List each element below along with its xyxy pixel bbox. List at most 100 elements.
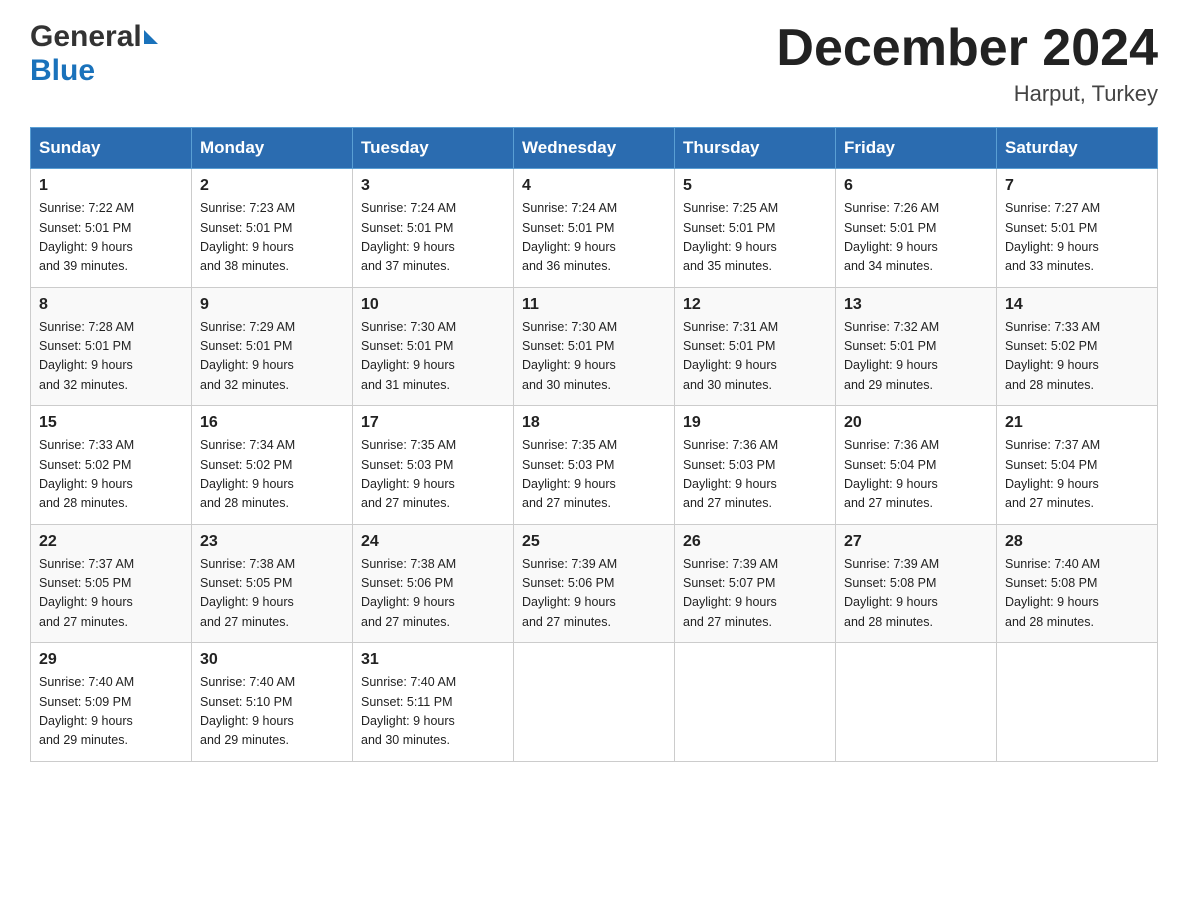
day-info: Sunrise: 7:30 AMSunset: 5:01 PMDaylight:… <box>522 320 617 392</box>
day-info: Sunrise: 7:33 AMSunset: 5:02 PMDaylight:… <box>39 438 134 510</box>
day-number: 12 <box>683 296 827 314</box>
title-block: December 2024 Harput, Turkey <box>776 20 1158 107</box>
calendar-week-5: 29 Sunrise: 7:40 AMSunset: 5:09 PMDaylig… <box>31 643 1158 762</box>
empty-cell <box>997 643 1158 762</box>
calendar-day-28: 28 Sunrise: 7:40 AMSunset: 5:08 PMDaylig… <box>997 524 1158 643</box>
day-info: Sunrise: 7:37 AMSunset: 5:04 PMDaylight:… <box>1005 438 1100 510</box>
day-info: Sunrise: 7:40 AMSunset: 5:08 PMDaylight:… <box>1005 557 1100 629</box>
day-number: 26 <box>683 533 827 551</box>
calendar-day-17: 17 Sunrise: 7:35 AMSunset: 5:03 PMDaylig… <box>353 406 514 525</box>
calendar-day-26: 26 Sunrise: 7:39 AMSunset: 5:07 PMDaylig… <box>675 524 836 643</box>
day-number: 9 <box>200 296 344 314</box>
calendar-day-21: 21 Sunrise: 7:37 AMSunset: 5:04 PMDaylig… <box>997 406 1158 525</box>
calendar-title: December 2024 <box>776 20 1158 77</box>
day-info: Sunrise: 7:22 AMSunset: 5:01 PMDaylight:… <box>39 201 134 273</box>
calendar-day-6: 6 Sunrise: 7:26 AMSunset: 5:01 PMDayligh… <box>836 169 997 288</box>
day-number: 3 <box>361 177 505 195</box>
day-number: 27 <box>844 533 988 551</box>
calendar-day-15: 15 Sunrise: 7:33 AMSunset: 5:02 PMDaylig… <box>31 406 192 525</box>
header-thursday: Thursday <box>675 128 836 169</box>
calendar-day-18: 18 Sunrise: 7:35 AMSunset: 5:03 PMDaylig… <box>514 406 675 525</box>
calendar-day-9: 9 Sunrise: 7:29 AMSunset: 5:01 PMDayligh… <box>192 287 353 406</box>
calendar-day-23: 23 Sunrise: 7:38 AMSunset: 5:05 PMDaylig… <box>192 524 353 643</box>
calendar-day-30: 30 Sunrise: 7:40 AMSunset: 5:10 PMDaylig… <box>192 643 353 762</box>
day-number: 2 <box>200 177 344 195</box>
page-header: General Blue December 2024 Harput, Turke… <box>30 20 1158 107</box>
calendar-week-4: 22 Sunrise: 7:37 AMSunset: 5:05 PMDaylig… <box>31 524 1158 643</box>
calendar-week-2: 8 Sunrise: 7:28 AMSunset: 5:01 PMDayligh… <box>31 287 1158 406</box>
day-info: Sunrise: 7:37 AMSunset: 5:05 PMDaylight:… <box>39 557 134 629</box>
day-info: Sunrise: 7:35 AMSunset: 5:03 PMDaylight:… <box>522 438 617 510</box>
logo-arrow-icon <box>144 30 158 44</box>
day-info: Sunrise: 7:33 AMSunset: 5:02 PMDaylight:… <box>1005 320 1100 392</box>
day-number: 6 <box>844 177 988 195</box>
day-number: 15 <box>39 414 183 432</box>
logo: General Blue <box>30 20 158 88</box>
calendar-day-11: 11 Sunrise: 7:30 AMSunset: 5:01 PMDaylig… <box>514 287 675 406</box>
header-wednesday: Wednesday <box>514 128 675 169</box>
day-info: Sunrise: 7:32 AMSunset: 5:01 PMDaylight:… <box>844 320 939 392</box>
calendar-day-3: 3 Sunrise: 7:24 AMSunset: 5:01 PMDayligh… <box>353 169 514 288</box>
day-number: 1 <box>39 177 183 195</box>
day-number: 16 <box>200 414 344 432</box>
day-number: 8 <box>39 296 183 314</box>
day-info: Sunrise: 7:40 AMSunset: 5:11 PMDaylight:… <box>361 675 456 747</box>
day-info: Sunrise: 7:24 AMSunset: 5:01 PMDaylight:… <box>522 201 617 273</box>
day-number: 31 <box>361 651 505 669</box>
day-number: 22 <box>39 533 183 551</box>
day-number: 10 <box>361 296 505 314</box>
header-saturday: Saturday <box>997 128 1158 169</box>
logo-blue: Blue <box>30 54 95 87</box>
calendar-day-27: 27 Sunrise: 7:39 AMSunset: 5:08 PMDaylig… <box>836 524 997 643</box>
calendar-header-row: SundayMondayTuesdayWednesdayThursdayFrid… <box>31 128 1158 169</box>
calendar-day-25: 25 Sunrise: 7:39 AMSunset: 5:06 PMDaylig… <box>514 524 675 643</box>
day-info: Sunrise: 7:40 AMSunset: 5:10 PMDaylight:… <box>200 675 295 747</box>
calendar-subtitle: Harput, Turkey <box>776 81 1158 107</box>
calendar-table: SundayMondayTuesdayWednesdayThursdayFrid… <box>30 127 1158 762</box>
day-info: Sunrise: 7:29 AMSunset: 5:01 PMDaylight:… <box>200 320 295 392</box>
header-sunday: Sunday <box>31 128 192 169</box>
calendar-day-20: 20 Sunrise: 7:36 AMSunset: 5:04 PMDaylig… <box>836 406 997 525</box>
calendar-day-29: 29 Sunrise: 7:40 AMSunset: 5:09 PMDaylig… <box>31 643 192 762</box>
day-number: 24 <box>361 533 505 551</box>
day-info: Sunrise: 7:39 AMSunset: 5:08 PMDaylight:… <box>844 557 939 629</box>
day-info: Sunrise: 7:39 AMSunset: 5:07 PMDaylight:… <box>683 557 778 629</box>
day-number: 11 <box>522 296 666 314</box>
calendar-day-19: 19 Sunrise: 7:36 AMSunset: 5:03 PMDaylig… <box>675 406 836 525</box>
day-number: 29 <box>39 651 183 669</box>
day-info: Sunrise: 7:28 AMSunset: 5:01 PMDaylight:… <box>39 320 134 392</box>
day-info: Sunrise: 7:35 AMSunset: 5:03 PMDaylight:… <box>361 438 456 510</box>
day-number: 14 <box>1005 296 1149 314</box>
day-number: 20 <box>844 414 988 432</box>
day-info: Sunrise: 7:36 AMSunset: 5:03 PMDaylight:… <box>683 438 778 510</box>
day-number: 13 <box>844 296 988 314</box>
day-number: 19 <box>683 414 827 432</box>
calendar-day-24: 24 Sunrise: 7:38 AMSunset: 5:06 PMDaylig… <box>353 524 514 643</box>
calendar-day-14: 14 Sunrise: 7:33 AMSunset: 5:02 PMDaylig… <box>997 287 1158 406</box>
empty-cell <box>836 643 997 762</box>
day-number: 23 <box>200 533 344 551</box>
day-info: Sunrise: 7:30 AMSunset: 5:01 PMDaylight:… <box>361 320 456 392</box>
calendar-week-1: 1 Sunrise: 7:22 AMSunset: 5:01 PMDayligh… <box>31 169 1158 288</box>
calendar-day-12: 12 Sunrise: 7:31 AMSunset: 5:01 PMDaylig… <box>675 287 836 406</box>
empty-cell <box>514 643 675 762</box>
day-info: Sunrise: 7:34 AMSunset: 5:02 PMDaylight:… <box>200 438 295 510</box>
calendar-day-1: 1 Sunrise: 7:22 AMSunset: 5:01 PMDayligh… <box>31 169 192 288</box>
day-number: 18 <box>522 414 666 432</box>
day-number: 25 <box>522 533 666 551</box>
calendar-day-2: 2 Sunrise: 7:23 AMSunset: 5:01 PMDayligh… <box>192 169 353 288</box>
calendar-day-8: 8 Sunrise: 7:28 AMSunset: 5:01 PMDayligh… <box>31 287 192 406</box>
calendar-day-4: 4 Sunrise: 7:24 AMSunset: 5:01 PMDayligh… <box>514 169 675 288</box>
empty-cell <box>675 643 836 762</box>
day-info: Sunrise: 7:36 AMSunset: 5:04 PMDaylight:… <box>844 438 939 510</box>
day-number: 28 <box>1005 533 1149 551</box>
calendar-day-5: 5 Sunrise: 7:25 AMSunset: 5:01 PMDayligh… <box>675 169 836 288</box>
calendar-day-16: 16 Sunrise: 7:34 AMSunset: 5:02 PMDaylig… <box>192 406 353 525</box>
day-number: 17 <box>361 414 505 432</box>
calendar-day-13: 13 Sunrise: 7:32 AMSunset: 5:01 PMDaylig… <box>836 287 997 406</box>
header-tuesday: Tuesday <box>353 128 514 169</box>
day-info: Sunrise: 7:23 AMSunset: 5:01 PMDaylight:… <box>200 201 295 273</box>
calendar-day-10: 10 Sunrise: 7:30 AMSunset: 5:01 PMDaylig… <box>353 287 514 406</box>
day-info: Sunrise: 7:31 AMSunset: 5:01 PMDaylight:… <box>683 320 778 392</box>
day-info: Sunrise: 7:39 AMSunset: 5:06 PMDaylight:… <box>522 557 617 629</box>
